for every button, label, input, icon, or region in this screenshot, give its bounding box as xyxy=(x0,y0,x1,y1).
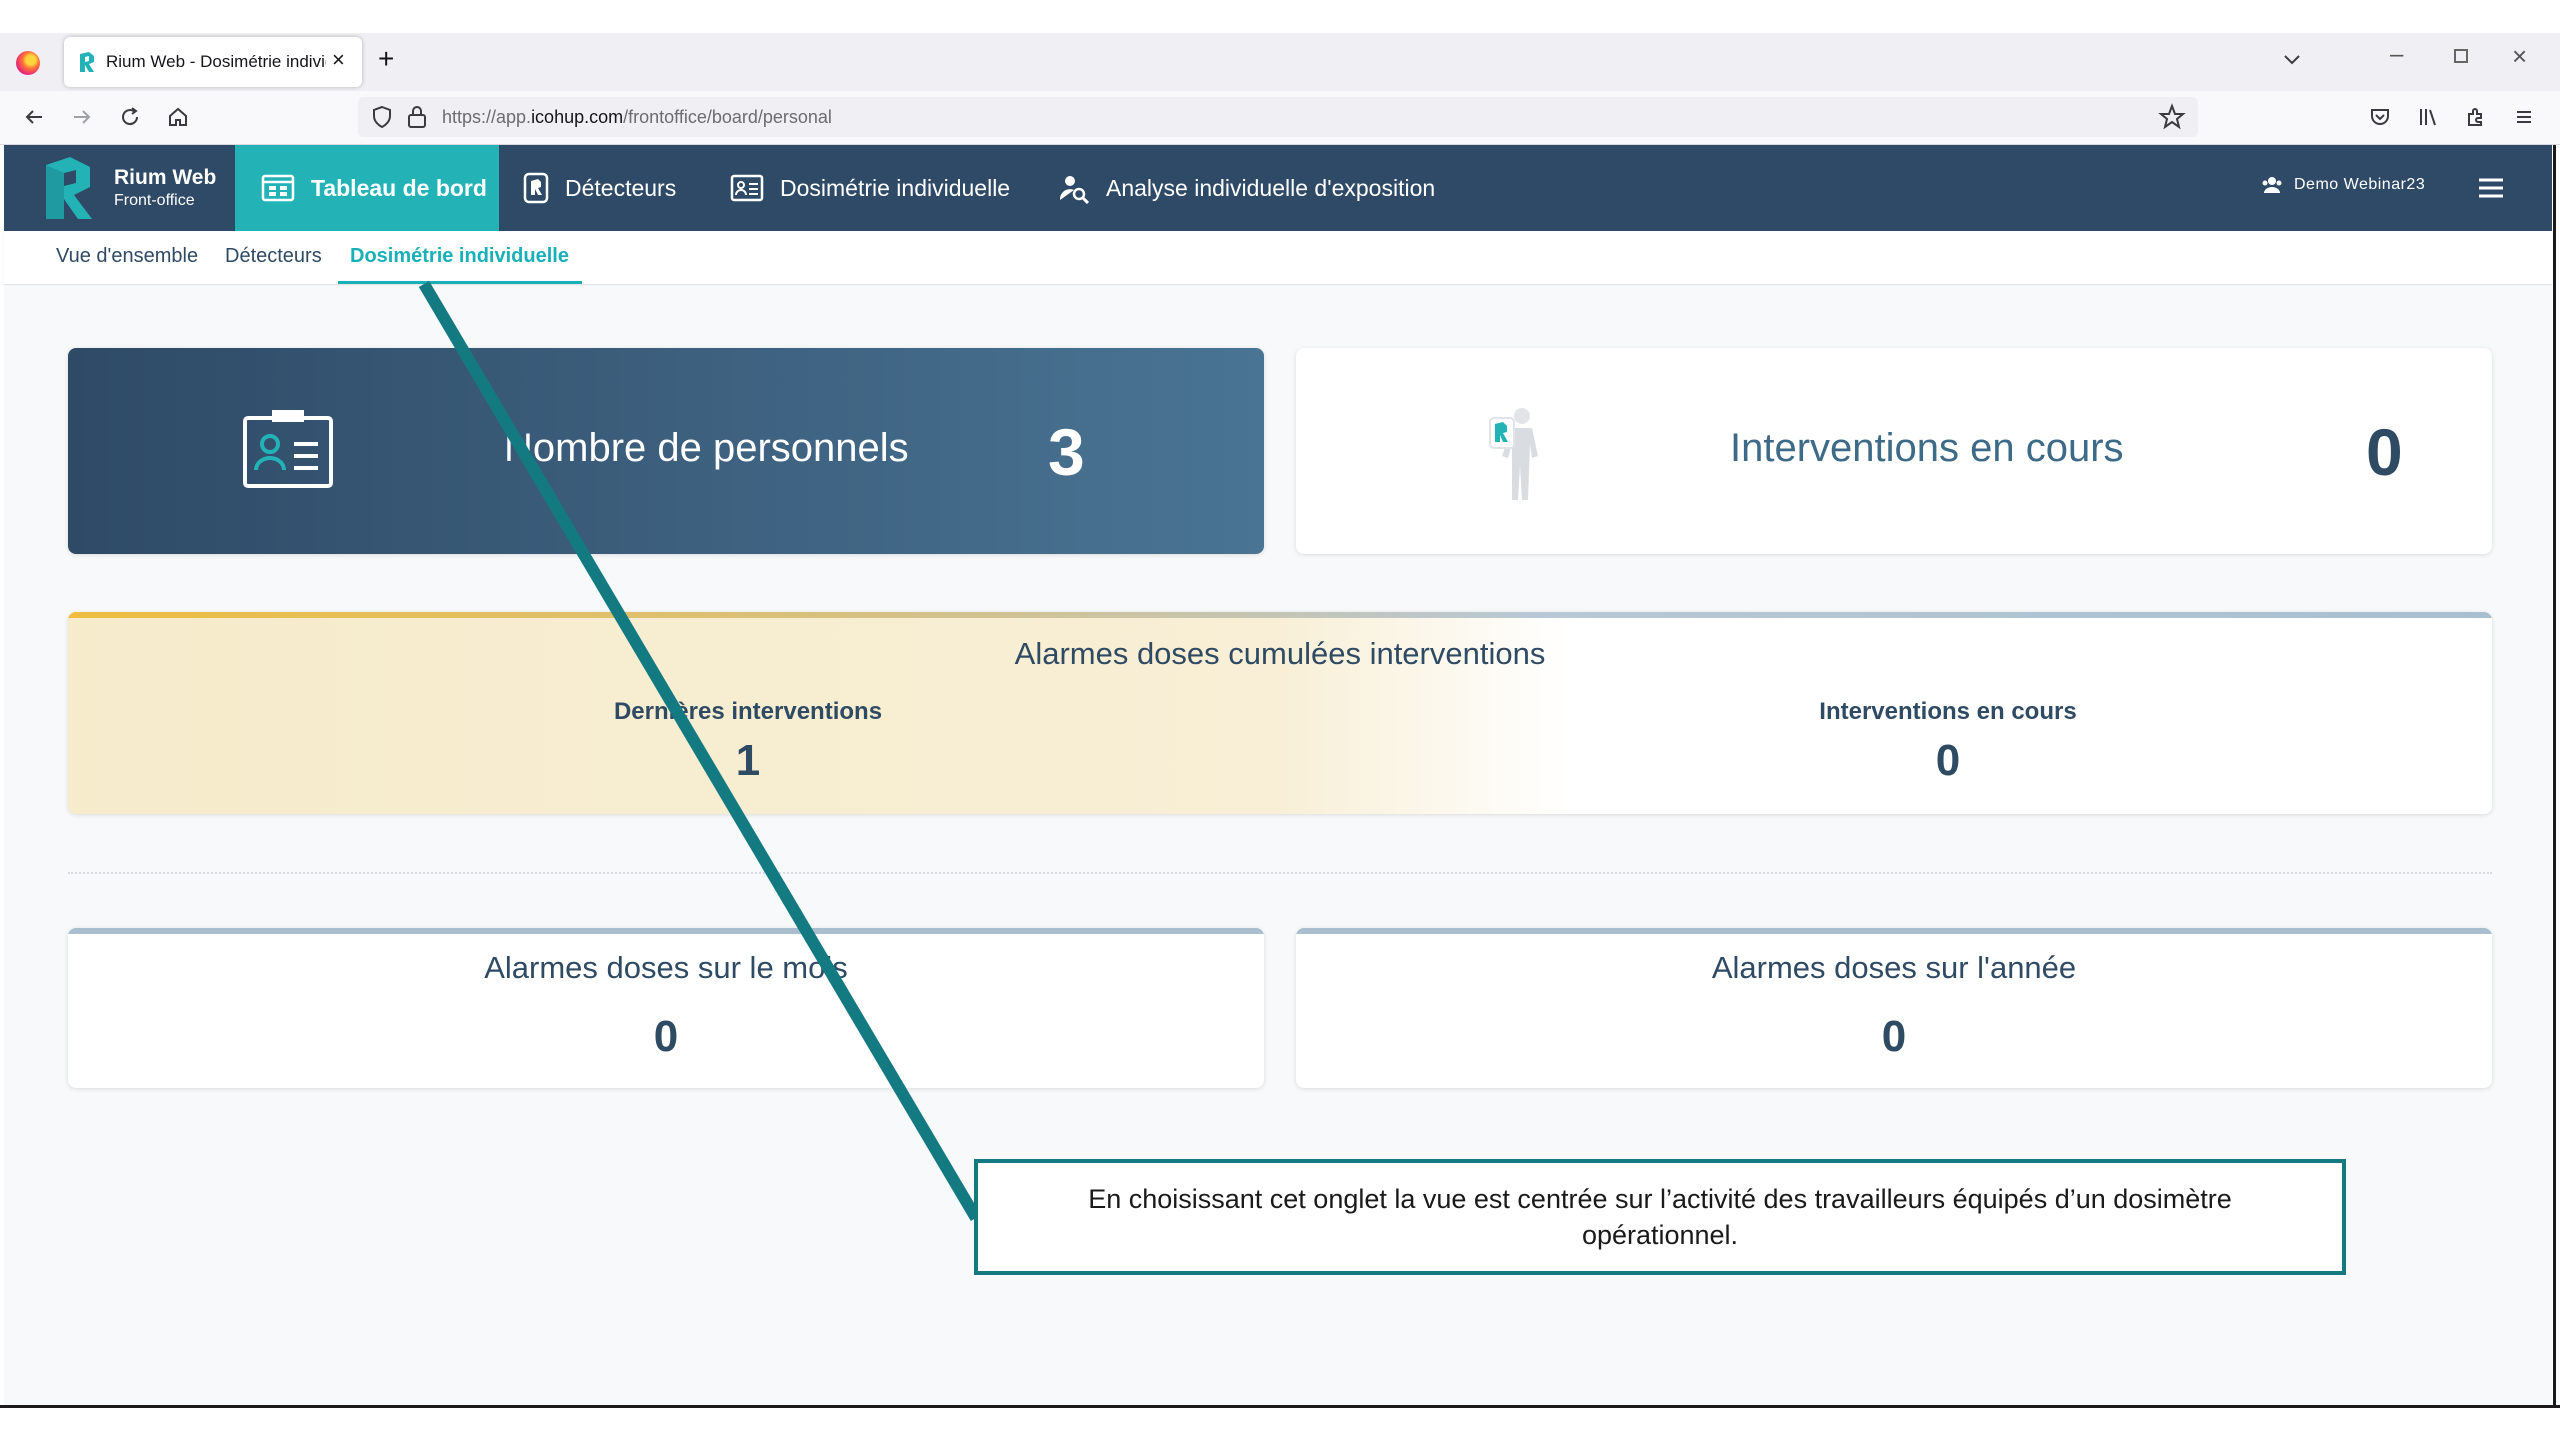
subtab-overview[interactable]: Vue d'ensemble xyxy=(56,245,198,268)
puzzle-icon xyxy=(2468,108,2482,126)
id-card-icon xyxy=(730,174,764,202)
section-divider xyxy=(68,872,2492,874)
back-arrow-icon xyxy=(25,110,42,124)
tab-close-button[interactable]: × xyxy=(332,47,345,73)
current-interventions-label: Interventions en cours xyxy=(1819,698,2077,725)
menu-label-detectors: Détecteurs xyxy=(565,174,677,201)
home-button[interactable] xyxy=(162,101,194,133)
menu-label-dashboard: Tableau de bord xyxy=(311,174,487,201)
frame-bottom-edge xyxy=(0,1405,2560,1408)
reload-icon xyxy=(122,107,139,126)
menu-icon xyxy=(2517,111,2531,123)
personnel-count-value: 3 xyxy=(1048,415,1085,489)
menu-label-analysis: Analyse individuelle d'exposition xyxy=(1106,174,1436,201)
badge-id-icon xyxy=(243,410,333,488)
interventions-in-progress-label: Interventions en cours xyxy=(1730,426,2124,470)
browser-tab[interactable]: Rium Web - Dosimétrie individuelle × xyxy=(64,37,362,87)
bookmark-star-icon[interactable] xyxy=(2158,103,2186,131)
yearly-alarms-value: 0 xyxy=(1881,1012,1907,1061)
menu-item-analysis[interactable]: Analyse individuelle d'exposition xyxy=(1058,145,1435,231)
window-close-button[interactable]: × xyxy=(2512,41,2527,72)
user-search-icon xyxy=(1059,176,1090,204)
app-header: Rium Web Front-office Tableau de bord Dé… xyxy=(4,145,2552,231)
annotation-text: En choisissant cet onglet la vue est cen… xyxy=(1088,1184,2232,1250)
forward-arrow-icon xyxy=(74,110,91,124)
forward-button[interactable] xyxy=(66,101,98,133)
lock-icon[interactable] xyxy=(406,105,428,129)
monthly-dose-alarms-card[interactable]: Alarmes doses sur le mois 0 xyxy=(68,928,1264,1088)
monthly-alarms-value: 0 xyxy=(653,1012,679,1061)
worker-with-dosimeter-icon xyxy=(1489,408,1538,500)
brand[interactable]: Rium Web Front-office xyxy=(40,155,216,221)
monthly-alarms-title: Alarmes doses sur le mois xyxy=(484,950,848,985)
window-minimize-button[interactable]: – xyxy=(2390,41,2403,69)
window-restore-button[interactable] xyxy=(2454,49,2468,63)
new-tab-button[interactable]: + xyxy=(378,43,394,75)
personnel-count-label: Nombre de personnels xyxy=(504,426,909,470)
yearly-dose-alarms-card[interactable]: Alarmes doses sur l'année 0 xyxy=(1296,928,2492,1088)
home-icon xyxy=(169,107,187,126)
card-accent-bar xyxy=(68,928,1264,934)
browser-nav-bar: https://app.icohup.com/frontoffice/board… xyxy=(0,91,2560,145)
sub-navigation: Vue d'ensemble Détecteurs Dosimétrie ind… xyxy=(4,231,2552,285)
yearly-alarms-title: Alarmes doses sur l'année xyxy=(1711,950,2077,985)
current-interventions-value: 0 xyxy=(1935,736,1961,785)
address-bar[interactable]: https://app.icohup.com/frontoffice/board… xyxy=(358,97,2198,137)
tab-title: Rium Web - Dosimétrie individuelle xyxy=(106,52,326,71)
active-subtab-indicator xyxy=(338,281,582,284)
rium-favicon-icon xyxy=(80,52,94,72)
library-button[interactable] xyxy=(2412,101,2444,133)
user-menu[interactable]: Demo Webinar23 xyxy=(2262,176,2425,194)
dashboard-icon xyxy=(261,174,295,202)
interventions-in-progress-value: 0 xyxy=(2366,415,2403,489)
hamburger-menu-icon[interactable] xyxy=(2478,177,2504,199)
brand-name: Rium Web xyxy=(114,166,217,189)
last-interventions-label: Dernières interventions xyxy=(613,698,883,725)
detector-icon xyxy=(523,172,549,204)
menu-label-dosimetry: Dosimétrie individuelle xyxy=(780,174,1011,201)
tracking-shield-icon[interactable] xyxy=(370,105,394,129)
menu-item-dashboard[interactable]: Tableau de bord xyxy=(235,145,499,231)
user-group-icon xyxy=(2262,177,2282,193)
annotation-callout: En choisissant cet onglet la vue est cen… xyxy=(974,1159,2346,1275)
menu-item-dosimetry[interactable]: Dosimétrie individuelle xyxy=(730,145,1010,231)
card-accent-bar xyxy=(1296,928,2492,934)
personnel-count-card[interactable]: Nombre de personnels 3 xyxy=(68,348,1264,554)
library-icon xyxy=(2420,109,2436,126)
subtab-detectors[interactable]: Détecteurs xyxy=(225,245,322,268)
browser-tab-strip: Rium Web - Dosimétrie individuelle × + –… xyxy=(0,33,2560,91)
frame-edge xyxy=(2553,145,2556,1405)
subtab-dosimetry[interactable]: Dosimétrie individuelle xyxy=(350,245,569,268)
interventions-in-progress-card[interactable]: Interventions en cours 0 xyxy=(1296,348,2492,554)
extensions-button[interactable] xyxy=(2460,101,2492,133)
back-button[interactable] xyxy=(18,101,50,133)
rium-logo-icon xyxy=(46,157,92,219)
last-interventions-value: 1 xyxy=(735,736,761,785)
reload-button[interactable] xyxy=(114,101,146,133)
brand-subtitle: Front-office xyxy=(114,192,195,209)
cumulative-alarms-title: Alarmes doses cumulées interventions xyxy=(1014,636,1546,671)
firefox-logo-icon xyxy=(16,51,40,75)
card-accent-bar xyxy=(68,612,2492,618)
menu-item-detectors[interactable]: Détecteurs xyxy=(523,145,676,231)
screenshot-stage: Rium Web - Dosimétrie individuelle × + –… xyxy=(0,0,2560,1440)
pocket-button[interactable] xyxy=(2364,101,2396,133)
user-name: Demo Webinar23 xyxy=(2294,176,2426,193)
cumulative-dose-alarms-card[interactable]: Alarmes doses cumulées interventions Der… xyxy=(68,612,2492,814)
browser-menu-button[interactable] xyxy=(2508,101,2540,133)
tab-list-chevron-icon[interactable] xyxy=(2280,47,2304,71)
url-text[interactable]: https://app.icohup.com/frontoffice/board… xyxy=(442,107,832,128)
pocket-icon xyxy=(2371,109,2389,125)
